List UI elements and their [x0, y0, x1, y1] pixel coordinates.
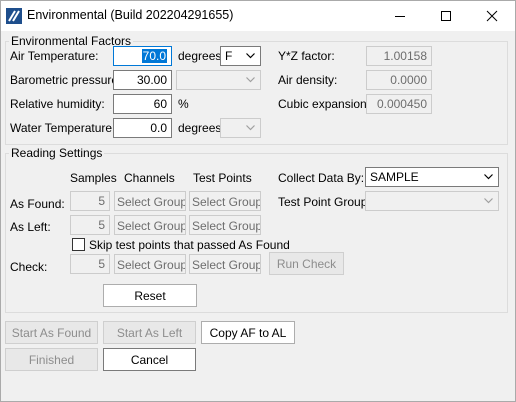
- air-density-value: 0.0000: [366, 70, 432, 90]
- as-found-channels-select[interactable]: Select Group: [114, 191, 186, 211]
- cancel-button[interactable]: Cancel: [103, 348, 196, 371]
- barometric-pressure-input[interactable]: 30.00: [113, 70, 172, 90]
- maximize-icon: [441, 11, 451, 21]
- run-check-button[interactable]: Run Check: [269, 252, 344, 275]
- as-found-test-points-select[interactable]: Select Group: [189, 191, 261, 211]
- collect-data-by-label: Collect Data By:: [278, 171, 365, 185]
- collect-data-by-select[interactable]: SAMPLE: [365, 167, 499, 187]
- reset-button[interactable]: Reset: [103, 284, 197, 307]
- barometric-pressure-unit-select[interactable]: [176, 70, 261, 90]
- check-samples-input[interactable]: 5: [70, 254, 110, 274]
- relative-humidity-label: Relative humidity:: [10, 97, 105, 111]
- check-test-points-select[interactable]: Select Group: [189, 254, 261, 274]
- as-left-channels-select[interactable]: Select Group: [114, 215, 186, 235]
- chevron-down-icon: [480, 168, 496, 186]
- test-point-group-label: Test Point Group:: [278, 195, 371, 209]
- chevron-down-icon: [242, 119, 258, 137]
- water-temperature-degrees-label: degrees: [178, 121, 222, 135]
- test-points-header: Test Points: [193, 171, 252, 185]
- water-temperature-unit-select[interactable]: [220, 118, 261, 138]
- as-found-label: As Found:: [10, 197, 65, 211]
- close-icon: [486, 10, 498, 22]
- minimize-button[interactable]: [377, 1, 423, 31]
- finished-button[interactable]: Finished: [5, 348, 98, 371]
- app-logo-icon: [6, 8, 22, 24]
- as-found-samples-input[interactable]: 5: [70, 191, 110, 211]
- skip-passed-checkbox[interactable]: [72, 238, 85, 251]
- window-title: Environmental (Build 202204291655): [27, 8, 234, 22]
- chevron-down-icon: [242, 47, 258, 65]
- title-bar: Environmental (Build 202204291655): [1, 1, 515, 31]
- as-left-samples-input[interactable]: 5: [70, 215, 110, 235]
- yz-factor-value: 1.00158: [366, 46, 432, 66]
- close-button[interactable]: [469, 1, 515, 31]
- barometric-pressure-label: Barometric pressure:: [10, 73, 122, 87]
- check-channels-select[interactable]: Select Group: [114, 254, 186, 274]
- start-as-left-button[interactable]: Start As Left: [103, 321, 196, 344]
- air-temperature-degrees-label: degrees: [178, 49, 222, 63]
- test-point-group-select[interactable]: [365, 191, 499, 211]
- reading-settings-title: Reading Settings: [9, 146, 105, 160]
- cubic-expansion-label: Cubic expansion:: [278, 97, 371, 111]
- water-temperature-label: Water Temperature:: [10, 121, 116, 135]
- copy-af-to-al-button[interactable]: Copy AF to AL: [201, 321, 295, 344]
- maximize-button[interactable]: [423, 1, 469, 31]
- chevron-down-icon: [480, 192, 496, 210]
- yz-factor-label: Y*Z factor:: [278, 49, 335, 63]
- samples-header: Samples: [70, 171, 117, 185]
- chevron-down-icon: [242, 71, 258, 89]
- air-temperature-input[interactable]: 70.0: [113, 46, 172, 66]
- cubic-expansion-value: 0.000450: [366, 94, 432, 114]
- air-temperature-label: Air Temperature:: [10, 49, 99, 63]
- as-left-test-points-select[interactable]: Select Group: [189, 215, 261, 235]
- minimize-icon: [395, 16, 405, 17]
- relative-humidity-input[interactable]: 60: [113, 94, 172, 114]
- environmental-dialog: Environmental (Build 202204291655) Envir…: [0, 0, 516, 402]
- channels-header: Channels: [124, 171, 175, 185]
- skip-passed-label: Skip test points that passed As Found: [89, 238, 290, 252]
- start-as-found-button[interactable]: Start As Found: [5, 321, 98, 344]
- check-label: Check:: [10, 260, 48, 274]
- percent-label: %: [178, 97, 189, 111]
- water-temperature-input[interactable]: 0.0: [113, 118, 172, 138]
- air-temperature-unit-select[interactable]: F: [220, 46, 261, 66]
- air-density-label: Air density:: [278, 73, 338, 87]
- as-left-label: As Left:: [10, 220, 51, 234]
